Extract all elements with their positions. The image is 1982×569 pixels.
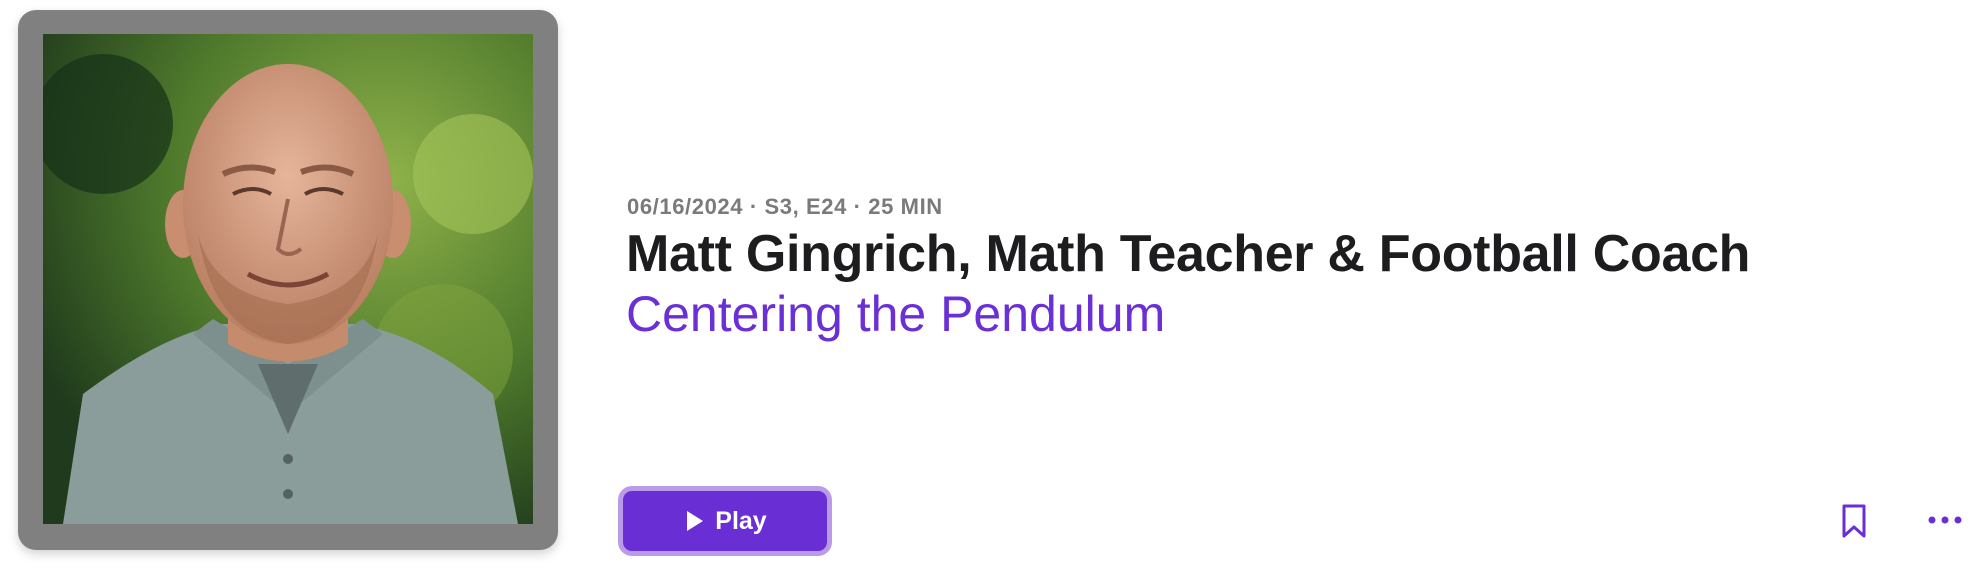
- episode-header: 06/16/2024 · S3, E24 · 25 MIN Matt Gingr…: [0, 0, 1982, 569]
- show-link[interactable]: Centering the Pendulum: [626, 285, 1165, 343]
- episode-meta: 06/16/2024 · S3, E24 · 25 MIN: [627, 194, 943, 219]
- bookmark-icon: [1842, 504, 1866, 538]
- play-button-label: Play: [715, 506, 767, 535]
- episode-title: Matt Gingrich, Math Teacher & Football C…: [626, 225, 1751, 283]
- ellipsis-icon: [1928, 516, 1962, 524]
- play-icon: [687, 511, 704, 531]
- episode-artwork: [18, 10, 558, 550]
- more-options-button[interactable]: [1920, 505, 1970, 535]
- guest-photo: [43, 34, 533, 524]
- play-button[interactable]: Play: [618, 486, 832, 556]
- bookmark-button[interactable]: [1836, 497, 1872, 545]
